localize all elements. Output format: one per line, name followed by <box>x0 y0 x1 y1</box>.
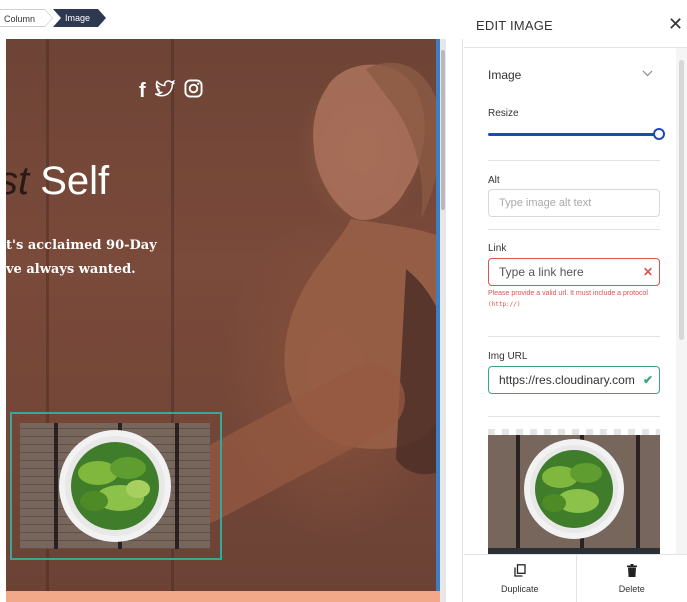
panel-body: Image Resize Alt Type image alt text Lin… <box>464 48 676 554</box>
hero-subtitle[interactable]: t's acclaimed 90-Day ve always wanted. <box>6 234 157 282</box>
image-selection-frame[interactable] <box>10 412 222 560</box>
img-url-label: Img URL <box>488 351 528 362</box>
check-icon: ✔ <box>642 373 653 387</box>
img-url-input[interactable]: https://res.cloudinary.com ✔ <box>488 366 660 394</box>
editor-canvas: Column Image f st Self t's acclaimed 90-… <box>0 0 463 602</box>
breadcrumb-item-image[interactable]: Image <box>53 9 107 27</box>
divider <box>488 416 660 417</box>
image-section-title[interactable]: Image <box>488 68 521 82</box>
image-preview <box>488 429 660 554</box>
divider <box>488 229 660 230</box>
hero-subtitle-line: t's acclaimed 90-Day <box>6 238 157 253</box>
preview-salad-image <box>488 435 660 548</box>
divider <box>488 336 660 337</box>
alt-text-input[interactable]: Type image alt text <box>488 189 660 217</box>
trash-icon <box>626 563 637 580</box>
alt-label: Alt <box>488 175 500 186</box>
duplicate-icon <box>514 563 526 580</box>
canvas-scrollbar-thumb[interactable] <box>441 50 445 210</box>
breadcrumb: Column Image <box>0 9 107 27</box>
link-input[interactable]: Type a link here ✕ <box>488 258 660 286</box>
chevron-down-icon[interactable] <box>642 68 653 80</box>
resize-slider-handle[interactable] <box>653 128 665 140</box>
link-error-code: (http://) <box>488 301 521 308</box>
resize-label: Resize <box>488 108 519 119</box>
delete-label: Delete <box>618 583 645 594</box>
panel-title: EDIT IMAGE <box>476 18 553 33</box>
error-x-icon: ✕ <box>642 265 653 279</box>
edit-image-panel: EDIT IMAGE ✕ Image Resize Alt Type image… <box>464 0 687 602</box>
resize-slider-track[interactable] <box>488 133 658 136</box>
panel-header: EDIT IMAGE ✕ <box>464 0 687 48</box>
hero-heading[interactable]: st Self <box>6 159 109 204</box>
hero-heading-italic: st <box>6 159 30 203</box>
hero-background-figure <box>284 62 440 475</box>
img-url-value: https://res.cloudinary.com <box>499 373 635 387</box>
delete-button[interactable]: Delete <box>575 555 687 602</box>
duplicate-button[interactable]: Duplicate <box>464 555 576 602</box>
hero-subtitle-line: ve always wanted. <box>6 262 136 277</box>
link-input-placeholder: Type a link here <box>499 265 584 279</box>
link-error-text: Please provide a valid url. It must incl… <box>488 290 648 297</box>
facebook-icon[interactable]: f <box>139 80 146 102</box>
next-section-strip <box>6 591 440 602</box>
link-label: Link <box>488 243 507 254</box>
panel-scrollbar-thumb[interactable] <box>679 60 684 340</box>
panel-footer: Duplicate Delete <box>464 554 687 602</box>
breadcrumb-item-column[interactable]: Column <box>0 9 54 27</box>
twitter-icon[interactable] <box>152 79 175 103</box>
link-error-message: Please provide a valid url. It must incl… <box>488 288 660 310</box>
social-links: f <box>139 79 203 103</box>
duplicate-label: Duplicate <box>500 583 539 594</box>
hero-heading-rest: Self <box>29 159 110 203</box>
divider <box>488 160 660 161</box>
instagram-icon[interactable] <box>184 79 203 103</box>
close-icon[interactable]: ✕ <box>668 14 683 35</box>
